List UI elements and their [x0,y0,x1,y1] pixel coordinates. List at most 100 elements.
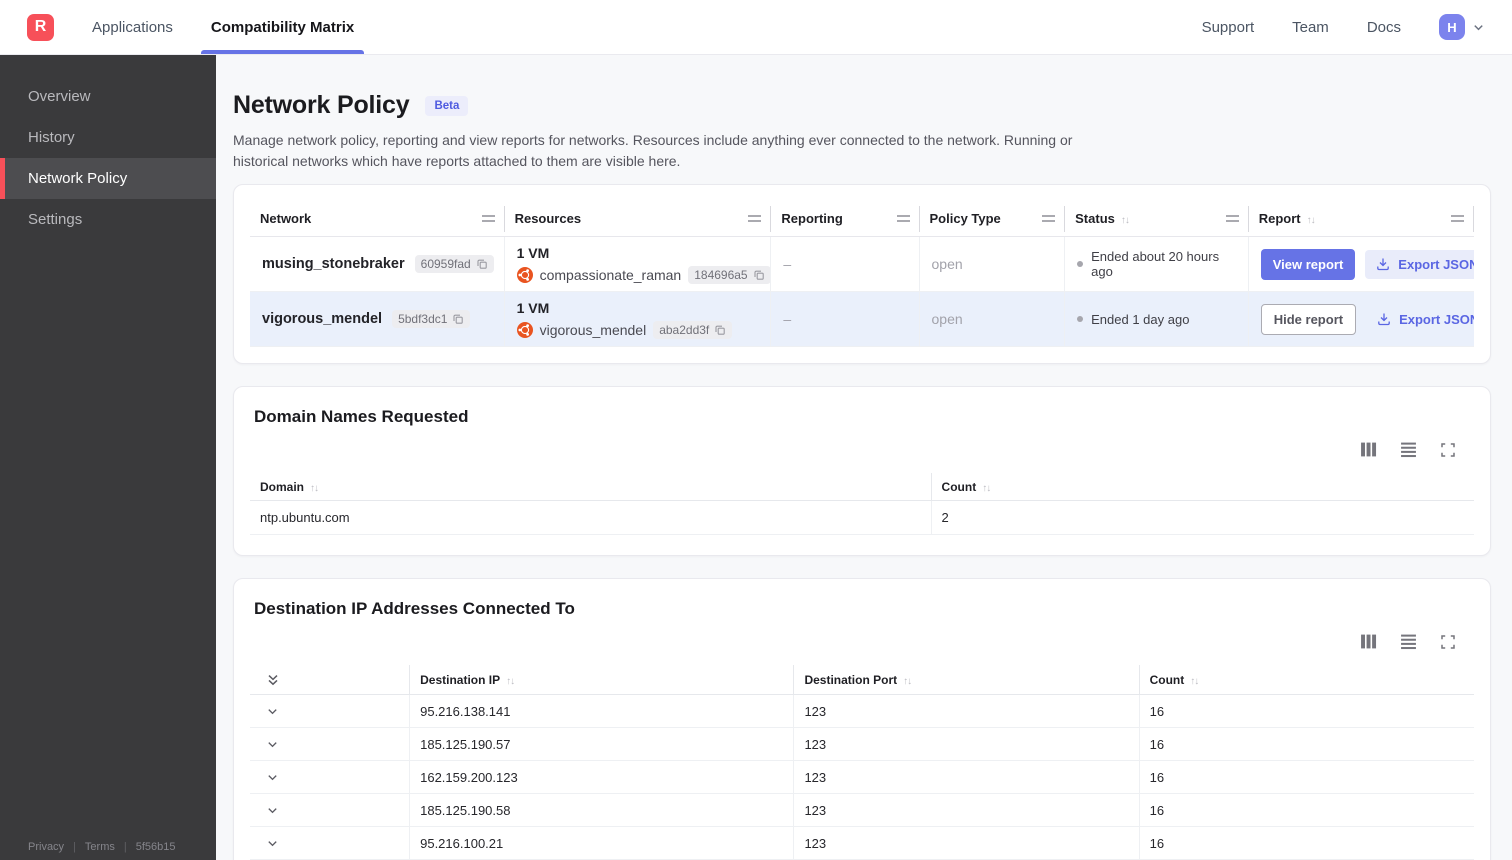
columns-icon[interactable] [1360,441,1377,458]
status-text: Ended 1 day ago [1091,311,1190,327]
column-label: Network [260,211,312,226]
hash-text: 5bdf3dc1 [398,312,448,326]
columns-icon[interactable] [1360,633,1377,650]
sidebar-footer: Privacy Terms 5f56b15 [28,841,176,853]
sidebar-item-network-policy[interactable]: Network Policy [0,158,216,199]
destination-ips-card: Destination IP Addresses Connected To De… [233,578,1491,860]
column-header-count: Count [1138,665,1474,694]
sort-icon[interactable] [1121,211,1129,226]
nav-link-team[interactable]: Team [1292,19,1329,36]
export-json-button[interactable]: Export JSON [1366,305,1474,334]
chevron-down-icon[interactable] [266,738,279,751]
top-nav: R Applications Compatibility Matrix Supp… [0,0,1512,55]
domain-row: ntp.ubuntu.com 2 [250,501,1474,535]
ubuntu-icon [516,266,533,283]
network-name-cell: vigorous_mendel 5bdf3dc1 [250,292,505,346]
sidebar-item-history[interactable]: History [0,117,216,158]
policy-type-cell: open [920,237,1066,291]
hide-report-button[interactable]: Hide report [1260,303,1357,335]
nav-link-docs[interactable]: Docs [1367,19,1401,36]
nav-tab-applications[interactable]: Applications [90,0,175,54]
sidebar-item-overview[interactable]: Overview [0,76,216,117]
column-header-resources: Resources [505,201,772,236]
column-label: Report [1258,211,1301,226]
vm-hash-badge: 184696a5 [688,265,771,284]
count-cell: 16 [1138,695,1474,727]
copy-icon[interactable] [452,313,464,325]
sort-icon[interactable] [310,480,318,494]
report-cell: Hide report Export JSON [1249,292,1474,346]
version-hash: 5f56b15 [135,841,176,853]
rows-icon[interactable] [1400,441,1417,458]
fullscreen-icon[interactable] [1440,634,1456,650]
sort-icon[interactable] [982,480,990,494]
column-resize-handle[interactable] [1042,215,1056,222]
column-label: Status [1075,211,1115,226]
column-label: Count [941,479,977,494]
export-json-button[interactable]: Export JSON [1365,249,1474,279]
hash-text: aba2dd3f [659,322,710,337]
column-resize-handle[interactable] [1450,215,1464,222]
vm-hash-badge: aba2dd3f [653,320,733,339]
view-report-button[interactable]: View report [1260,248,1356,280]
main-content: Network Policy Beta Manage network polic… [216,55,1512,860]
page-title: Network Policy [233,91,410,119]
table-toolbar [250,633,1474,650]
nav-tab-compatibility-matrix[interactable]: Compatibility Matrix [200,0,365,54]
sort-icon[interactable] [903,673,911,687]
count-cell: 16 [1138,794,1474,826]
terms-link[interactable]: Terms [85,841,115,853]
page-description: Manage network policy, reporting and vie… [233,132,1073,169]
user-menu[interactable]: H [1439,14,1485,40]
copy-icon[interactable] [753,269,765,281]
network-row: vigorous_mendel 5bdf3dc1 1 VM vigorous_m… [250,292,1474,347]
ip-row: 185.125.190.58 123 16 [250,794,1474,827]
double-chevron-down-icon[interactable] [266,673,280,687]
nav-link-support[interactable]: Support [1202,19,1255,36]
chevron-down-icon [1472,21,1485,34]
column-resize-handle[interactable] [1225,215,1239,222]
privacy-link[interactable]: Privacy [28,841,64,853]
network-hash-badge: 60959fad [414,255,494,273]
chevron-down-icon[interactable] [266,771,279,784]
status-dot-icon [1077,316,1084,322]
rows-icon[interactable] [1400,633,1417,650]
ip-row: 162.159.200.123 123 16 [250,761,1474,794]
chevron-down-icon[interactable] [266,837,279,850]
beta-badge: Beta [425,95,469,116]
column-resize-handle[interactable] [896,215,910,222]
chevron-down-icon[interactable] [266,705,279,718]
sidebar-item-settings[interactable]: Settings [0,199,216,240]
vm-count: 1 VM [516,244,550,261]
sort-icon[interactable] [1307,211,1315,226]
fullscreen-icon[interactable] [1440,442,1456,458]
export-json-label: Export JSON [1399,311,1474,327]
column-header-domain: Domain [250,473,931,500]
column-header-reporting: Reporting [771,201,920,236]
networks-table-header: Network Resources Reporting Policy Type … [250,201,1474,237]
column-header-report: Report [1249,201,1474,236]
expand-cell [250,761,409,793]
network-name: musing_stonebraker [262,256,405,272]
divider [1472,205,1474,232]
column-resize-handle[interactable] [748,215,762,222]
column-header-count: Count [930,473,1474,500]
download-icon [1377,312,1391,326]
download-icon [1376,257,1390,271]
copy-icon[interactable] [714,324,726,336]
domain-table-header: Domain Count [250,473,1474,501]
column-resize-handle[interactable] [481,215,495,222]
sort-icon[interactable] [506,673,514,687]
app-logo[interactable]: R [27,13,54,41]
hash-text: 60959fad [420,257,471,271]
column-header-destination-port: Destination Port [793,665,1138,694]
ip-cell: 185.125.190.57 [409,728,793,760]
status-dot-icon [1077,261,1084,267]
sort-icon[interactable] [1190,673,1198,687]
copy-icon[interactable] [476,258,488,270]
chevron-down-icon[interactable] [266,804,279,817]
column-label: Reporting [781,211,843,226]
ip-cell: 95.216.100.21 [409,827,793,859]
count-cell: 16 [1138,827,1474,859]
count-cell: 16 [1138,761,1474,793]
